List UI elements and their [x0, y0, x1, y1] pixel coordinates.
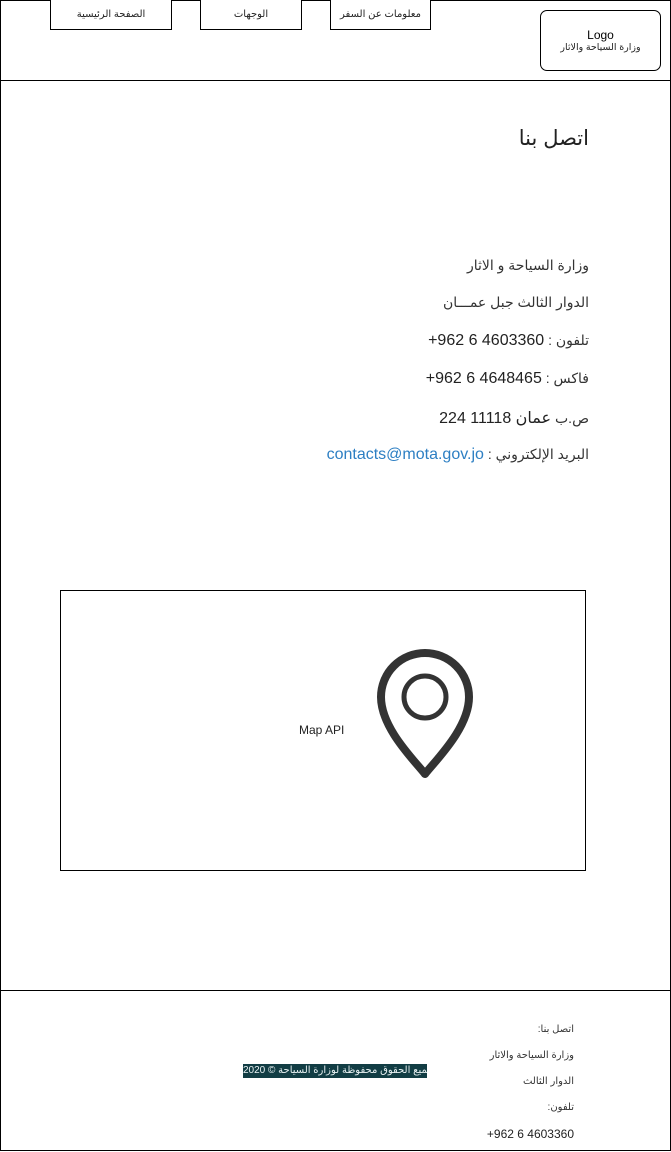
footer-contact-heading: اتصل بنا: — [537, 1024, 574, 1035]
phone-label: تلفون : — [548, 332, 589, 348]
logo-title: Logo — [587, 27, 614, 42]
footer-phone-label: تلفون: — [547, 1102, 574, 1113]
page-frame — [0, 0, 671, 1151]
fax-line: فاكس : +962 6 4648465 — [426, 370, 589, 388]
page-title: اتصل بنا — [518, 127, 589, 150]
footer: اتصل بنا: وزارة السياحة والاثار الدوار ا… — [0, 990, 671, 1152]
map-label: Map API — [299, 723, 345, 737]
nav-home-button[interactable]: الصفحة الرئيسية — [50, 0, 172, 30]
header: الصفحة الرئيسية الوجهات معلومات عن السفر… — [0, 0, 671, 81]
map-container[interactable]: Map API — [60, 590, 586, 871]
email-line: البريد الإلكتروني : contacts@mota.gov.jo — [327, 446, 589, 464]
phone-value: +962 6 4603360 — [428, 332, 545, 349]
email-link[interactable]: contacts@mota.gov.jo — [327, 446, 484, 463]
footer-phone-value: +962 6 4603360 — [486, 1127, 574, 1141]
logo[interactable]: Logo وزارة السياحة والاثار — [540, 10, 661, 71]
nav-travel-info-button[interactable]: معلومات عن السفر — [330, 0, 431, 30]
logo-subtitle: وزارة السياحة والاثار — [560, 41, 641, 53]
ministry-name: وزارة السياحة و الاثار — [466, 257, 589, 273]
copyright-notice: جميع الحقوق محفوظة لوزارة السياحة © 2020 — [243, 1064, 427, 1078]
pobox-line: ص.ب 224 عمان 11118 — [439, 408, 589, 428]
fax-label: فاكس : — [545, 370, 589, 386]
footer-ministry: وزارة السياحة والاثار — [489, 1050, 574, 1061]
fax-value: +962 6 4648465 — [425, 370, 542, 387]
pobox-value: 224 عمان 11118 — [439, 410, 552, 427]
email-label: البريد الإلكتروني : — [487, 446, 589, 462]
nav-destinations-button[interactable]: الوجهات — [200, 0, 302, 30]
map-pin-icon — [377, 649, 473, 778]
address: الدوار الثالث جبل عمـــان — [442, 294, 589, 310]
phone-line: تلفون : +962 6 4603360 — [428, 332, 589, 350]
footer-address: الدوار الثالث — [522, 1076, 574, 1087]
pobox-label: ص.ب — [555, 410, 589, 426]
